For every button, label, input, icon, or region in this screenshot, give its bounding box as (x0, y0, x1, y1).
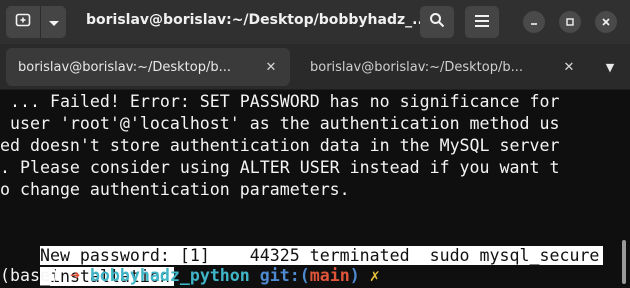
maximize-icon (559, 11, 581, 33)
tab-bar: borislav@borislav:~/Desktop/b... ✕ boris… (0, 44, 630, 90)
prompt-branch: main (309, 266, 350, 285)
terminal-line: . Please consider using ALTER USER inste… (0, 158, 560, 177)
new-tab-menu-button[interactable] (40, 6, 66, 38)
prompt-paren-close: ) (349, 266, 360, 285)
tab-close-icon[interactable]: ✕ (262, 58, 280, 76)
tab-terminal-1[interactable]: borislav@borislav:~/Desktop/b... ✕ (6, 48, 290, 86)
tab-label: borislav@borislav:~/Desktop/b... (310, 59, 523, 75)
terminal-line: ... Failed! Error: SET PASSWORD has no s… (0, 92, 560, 111)
window-title: borislav@borislav:~/Desktop/bobbyhadz_..… (86, 12, 429, 28)
close-icon (595, 11, 617, 33)
maximize-button[interactable] (556, 6, 584, 38)
terminal-output[interactable]: ... Failed! Error: SET PASSWORD has no s… (0, 90, 630, 288)
terminal-line: o change authentication parameters. (0, 180, 350, 199)
prompt-dirty-marker: ✗ (369, 266, 380, 285)
tab-terminal-2[interactable]: borislav@borislav:~/Desktop/b... ✕ (296, 48, 586, 86)
search-icon (429, 12, 445, 32)
minimize-icon (523, 11, 545, 33)
prompt-arrow: ➜ (69, 266, 80, 285)
tab-label: borislav@borislav:~/Desktop/b... (18, 59, 231, 75)
highlighted-line: New password: [1] 44325 terminated sudo … (0, 223, 604, 265)
minimize-button[interactable] (520, 6, 548, 38)
tabs-dropdown-icon[interactable]: ▼ (600, 58, 620, 76)
tab-close-icon[interactable]: ✕ (560, 58, 578, 76)
new-tab-icon (15, 12, 31, 32)
shell-prompt: (base) ➜ bobbyhadz_python git:(main) ✗ (0, 265, 380, 287)
title-bar: borislav@borislav:~/Desktop/bobbyhadz_..… (0, 0, 630, 44)
terminal-line: ed doesn't store authentication data in … (0, 136, 560, 155)
prompt-directory: bobbyhadz_python (89, 266, 250, 285)
terminal-scrollbar[interactable] (622, 240, 626, 284)
prompt-git-label: git: (259, 266, 300, 285)
highlighted-line: _installation (0, 244, 174, 286)
close-window-button[interactable] (592, 6, 620, 38)
new-tab-button[interactable] (6, 6, 40, 38)
prompt-env: (base) (0, 266, 70, 285)
main-menu-button[interactable] (465, 6, 499, 38)
hamburger-menu-icon (474, 13, 490, 32)
search-button[interactable] (420, 6, 454, 38)
terminal-line: user 'root'@'localhost' as the authentic… (0, 114, 560, 133)
chevron-down-icon (48, 13, 60, 32)
prompt-paren-open: ( (299, 266, 310, 285)
